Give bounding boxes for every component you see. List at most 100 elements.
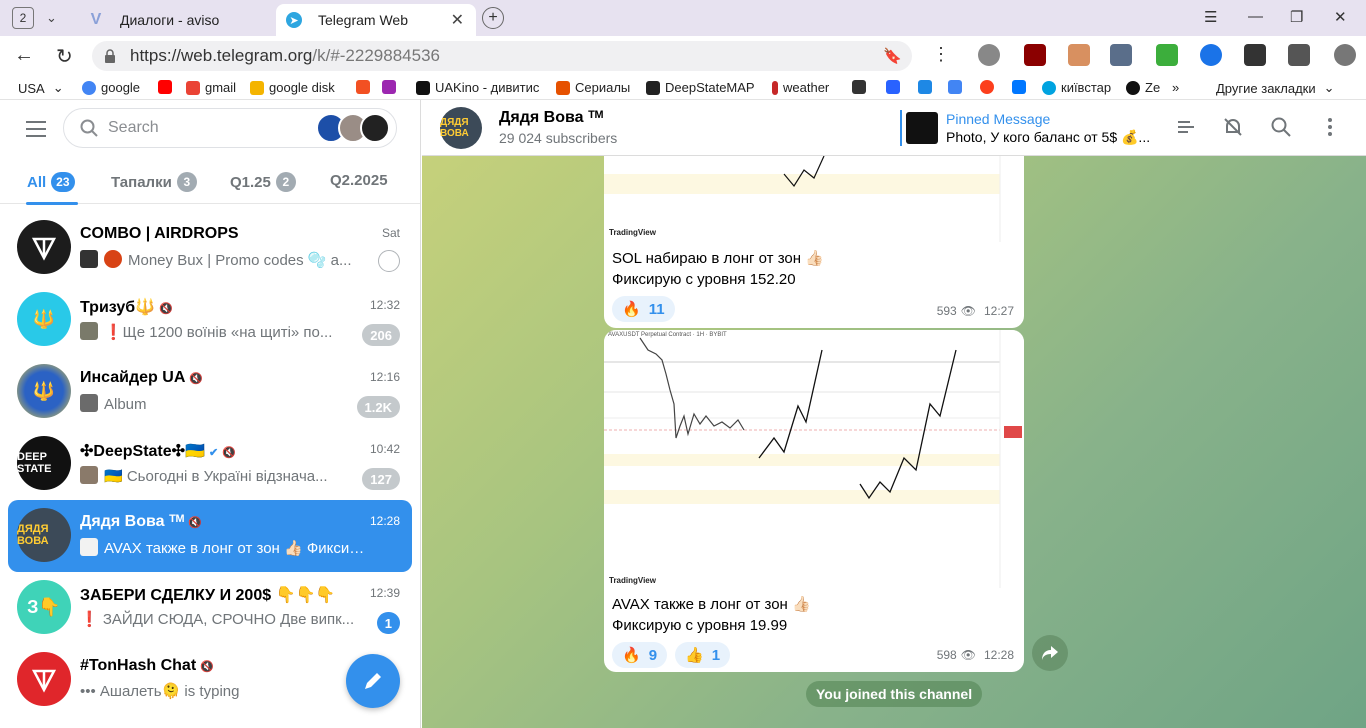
close-window-icon[interactable]: ✕ <box>1334 8 1347 26</box>
ublock-extension-icon[interactable] <box>1024 44 1046 66</box>
gmail-icon <box>186 80 200 95</box>
search-input[interactable]: Search <box>63 108 397 148</box>
url-path: /k/#-2229884536 <box>312 46 440 65</box>
new-tab-button[interactable]: + <box>482 7 504 29</box>
arrow-icon <box>886 80 900 94</box>
tab-q1-25[interactable]: Q1.25 2 <box>230 172 296 192</box>
bookmark-uakino[interactable]: UAKino - дивитис <box>416 80 539 95</box>
boost-icon[interactable] <box>1175 116 1197 138</box>
channel-title: Дядя Вова ᵀᴹ <box>499 109 604 126</box>
bookmark-p[interactable] <box>918 80 937 94</box>
recent-stories-avatars[interactable] <box>316 113 390 143</box>
tab-all[interactable]: All 23 <box>27 172 75 192</box>
bookmark-ze[interactable]: Ze <box>1126 80 1160 95</box>
tab-tapalki[interactable]: Тапалки 3 <box>111 172 197 192</box>
chat-item-dyadya-vova[interactable]: ДЯДЯ ВОВА Дядя Вова ᵀᴹ 🔇 12:28 AVAX также… <box>8 500 412 572</box>
unread-badge: 1 <box>376 612 400 634</box>
reaction-fire[interactable]: 🔥 11 <box>612 296 675 322</box>
reaction-thumbs-up[interactable]: 👍 1 <box>675 642 731 668</box>
bookmark-deepstatemap[interactable]: DeepStateMAP <box>646 80 755 95</box>
bookmark-weather[interactable]: weather <box>772 80 829 95</box>
folder-count-badge: 23 <box>51 172 75 192</box>
vk-icon <box>1012 80 1026 94</box>
extension-icon[interactable] <box>1068 44 1090 66</box>
reaction-fire[interactable]: 🔥 9 <box>612 642 668 668</box>
globe-extension-icon[interactable] <box>978 44 1000 66</box>
f-icon <box>356 80 370 94</box>
bookmark-usa[interactable]: USA ⌄ <box>18 80 64 96</box>
bookmark-vk[interactable] <box>1012 80 1031 94</box>
chat-item-zaberi-sdelku[interactable]: З👇 ЗАБЕРИ СДЕЛКУ И 200$ 👇👇👇 12:39 ❗ ЗАЙД… <box>8 572 412 644</box>
url-host: https://web.telegram.org <box>130 46 313 65</box>
tab-q2-2025[interactable]: Q2.2025 <box>330 172 388 189</box>
channel-header[interactable]: ДЯДЯ ВОВА Дядя Вова ᵀᴹ 29 024 subscriber… <box>422 100 1366 156</box>
bookmark-other[interactable]: Другие закладки ⌄ <box>1216 80 1335 96</box>
browser-tab-bar: 2 ⌄ V Диалоги - aviso ➤ Telegram Web ✕ +… <box>0 0 1366 36</box>
extension-icon[interactable] <box>1200 44 1222 66</box>
tab-count-button[interactable]: 2 <box>12 7 34 29</box>
post-text-line: AVAX также в лонг от зон 👍🏻 <box>612 596 811 613</box>
more-vert-icon[interactable] <box>1319 116 1341 138</box>
menu-icon[interactable]: ☰ <box>1204 8 1217 26</box>
bookmark-f[interactable] <box>356 80 375 94</box>
bookmark-kyivstar[interactable]: київстар <box>1042 80 1111 95</box>
avax-chart-image[interactable]: AVAXUSDT Perpetual Contract · 1H · BYBIT… <box>604 330 1024 588</box>
star-icon <box>382 80 396 94</box>
eye-icon: 👁 <box>960 648 976 662</box>
pinned-message-bar[interactable]: Pinned Message Photo, У кого баланс от 5… <box>900 110 1150 146</box>
chat-item-insider-ua[interactable]: 🔱 Инсайдер UA 🔇 12:16 Album 1.2K <box>8 356 412 428</box>
profile-avatar[interactable] <box>1334 44 1356 66</box>
search-icon[interactable] <box>1270 116 1292 138</box>
url-field[interactable]: https://web.telegram.org/k/#-2229884536 … <box>92 41 912 71</box>
chat-item-combo-airdrops[interactable]: COMBO | AIRDROPS Sat Money Bux | Promo c… <box>8 212 412 284</box>
bookmark-bc[interactable] <box>852 80 871 94</box>
restore-icon[interactable]: ❐ <box>1290 8 1303 26</box>
minimize-icon[interactable]: — <box>1248 8 1263 25</box>
extension-icon[interactable] <box>1110 44 1132 66</box>
chat-item-tryzub[interactable]: 🔱 Тризуб🔱 🔇 12:32 ❗Ще 1200 воїнів «на щит… <box>8 284 412 356</box>
bookmark-youtube[interactable] <box>158 80 177 94</box>
bookmark-google-disk[interactable]: google disk <box>250 80 335 95</box>
mute-bell-icon[interactable] <box>1222 116 1244 138</box>
pencil-icon <box>365 673 381 689</box>
tab-title: Telegram Web <box>318 12 409 28</box>
back-arrow-icon[interactable]: ← <box>14 44 34 67</box>
tab-list-chevron-icon[interactable]: ⌄ <box>46 10 66 26</box>
extensions-puzzle-icon[interactable] <box>1288 44 1310 66</box>
browser-tab-telegram[interactable]: ➤ Telegram Web ✕ <box>276 4 476 36</box>
unread-badge: 206 <box>362 324 400 346</box>
download-extension-icon[interactable] <box>1156 44 1178 66</box>
deepstate-icon <box>646 80 660 95</box>
close-tab-icon[interactable]: ✕ <box>451 10 464 30</box>
bookmark-translate[interactable] <box>948 80 967 94</box>
lock-icon <box>105 49 115 63</box>
avatar: З👇 <box>17 580 71 634</box>
new-message-button[interactable] <box>346 654 400 708</box>
bookmark-gmail[interactable]: gmail <box>186 80 236 95</box>
verified-icon: ✔ <box>208 447 219 459</box>
avatar <box>17 652 71 706</box>
chat-item-deepstate[interactable]: DEEP STATE ✣DeepState✣🇺🇦 ✔ 🔇 10:42 🇺🇦 Сьог… <box>8 428 412 500</box>
bookmark-google[interactable]: google <box>82 80 140 95</box>
channel-avatar[interactable]: ДЯДЯ ВОВА <box>440 107 482 149</box>
more-vert-icon[interactable]: ⋮ <box>932 44 950 65</box>
browser-tab-aviso[interactable]: V Диалоги - aviso <box>78 4 270 36</box>
bookmark-star[interactable] <box>382 80 401 94</box>
channel-avatar-text: ДЯДЯ ВОВА <box>17 523 49 547</box>
bookmark-icon[interactable]: 🔖 <box>883 47 902 65</box>
bookmark-serials[interactable]: Сериалы <box>556 80 630 95</box>
hamburger-menu-icon[interactable] <box>26 121 46 142</box>
folder-tabs: All 23 Тапалки 3 Q1.25 2 Q2.2025 <box>0 164 420 205</box>
bookmark-yandex[interactable] <box>980 80 999 94</box>
ton-logo-icon <box>31 669 57 693</box>
channel-post-avax[interactable]: AVAXUSDT Perpetual Contract · 1H · BYBIT… <box>604 330 1024 672</box>
share-button[interactable] <box>1032 635 1068 671</box>
extension-icon[interactable] <box>1244 44 1266 66</box>
channel-post-sol[interactable]: TradingView SOL набираю в лонг от зон 👍🏻… <box>604 156 1024 328</box>
bookmarks-overflow-icon[interactable]: » <box>1172 80 1179 95</box>
p-icon <box>918 80 932 94</box>
bookmark-arrow[interactable] <box>886 80 905 94</box>
reload-icon[interactable]: ↻ <box>56 44 73 69</box>
pinned-text: Photo, У кого баланс от 5$ 💰... <box>946 129 1151 145</box>
sol-chart-image[interactable]: TradingView <box>604 156 1024 242</box>
